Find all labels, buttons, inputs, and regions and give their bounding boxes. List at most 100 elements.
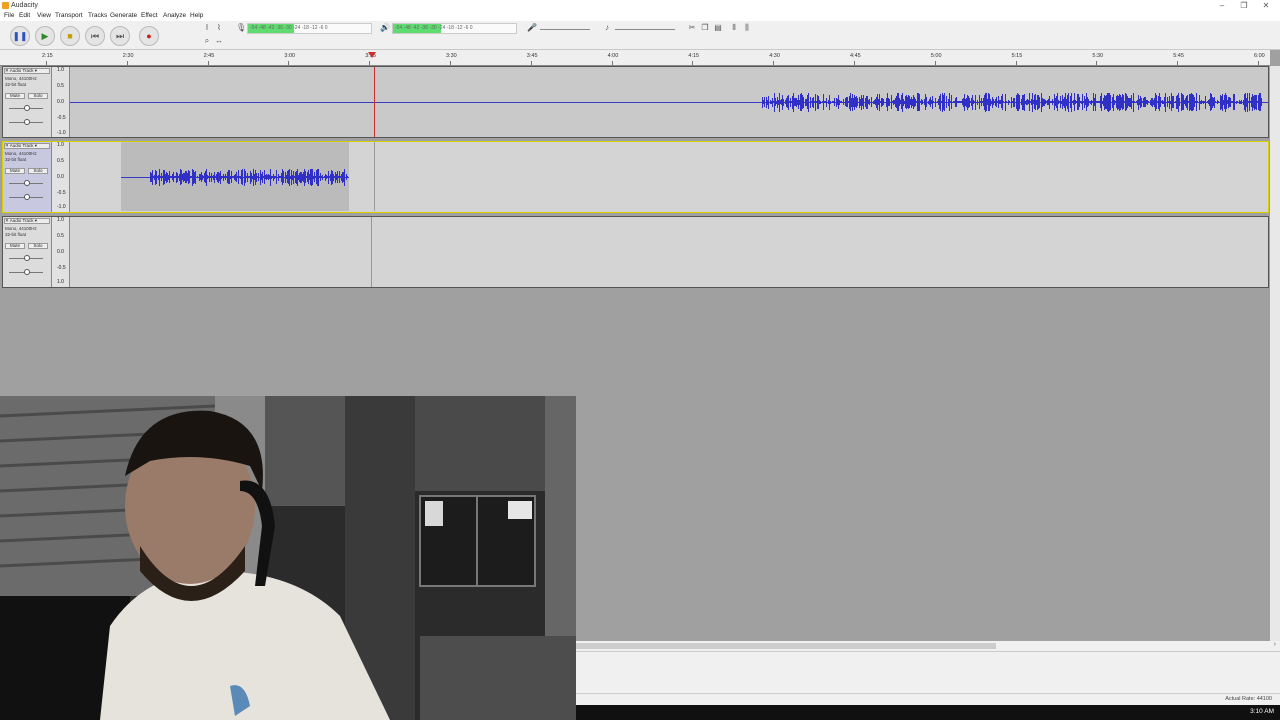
mute-button[interactable]: Mute bbox=[5, 93, 25, 99]
scale-label: -0.5 bbox=[57, 265, 66, 271]
audio-track-2[interactable]: ✕ Audio Track ▾ Mono, 44100Hz 32-bit flo… bbox=[2, 141, 1269, 213]
menu-tracks[interactable]: Tracks bbox=[88, 12, 107, 19]
pan-knob[interactable] bbox=[24, 269, 30, 275]
scale-label: -0.5 bbox=[57, 190, 66, 196]
recording-volume-slider[interactable] bbox=[540, 29, 590, 30]
track-bitdepth: 32-bit float bbox=[5, 232, 27, 237]
playback-cursor bbox=[371, 217, 372, 287]
ruler-tick-mark bbox=[369, 61, 371, 65]
mute-button[interactable]: Mute bbox=[5, 168, 25, 174]
scale-label: 1.0 bbox=[57, 142, 64, 148]
playback-cursor bbox=[374, 67, 375, 137]
taskbar-clock[interactable]: 3:10 AM bbox=[1250, 708, 1274, 715]
menu-file[interactable]: File bbox=[4, 12, 14, 19]
gain-knob[interactable] bbox=[24, 255, 30, 261]
scale-label: 0.0 bbox=[57, 174, 64, 180]
stop-button[interactable]: ■ bbox=[60, 26, 80, 46]
speaker-icon[interactable]: 🔊 bbox=[380, 24, 390, 32]
selection-toolbar bbox=[576, 651, 1280, 694]
playback-meter-scale: -54 -48 -42 -36 -30 -24 -18 -12 -6 0 bbox=[395, 25, 473, 31]
menu-edit[interactable]: Edit bbox=[19, 12, 30, 19]
mute-button[interactable]: Mute bbox=[5, 243, 25, 249]
playback-volume-slider[interactable] bbox=[615, 29, 675, 30]
actual-rate: Actual Rate: 44100 bbox=[1225, 696, 1272, 702]
menu-view[interactable]: View bbox=[37, 12, 51, 19]
audio-track-1[interactable]: ✕ Audio Track ▾ Mono, 44100Hz 32-bit flo… bbox=[2, 66, 1269, 138]
skip-end-icon: ⏭ bbox=[115, 31, 125, 41]
trim-icon[interactable]: ⫴ bbox=[730, 24, 738, 32]
scale-label: 0.5 bbox=[57, 158, 64, 164]
menu-generate[interactable]: Generate bbox=[110, 12, 137, 19]
track-name-menu[interactable]: ✕ Audio Track ▾ bbox=[4, 218, 50, 224]
mic-volume-icon: 🎤 bbox=[527, 23, 537, 32]
audio-track-3[interactable]: ✕ Audio Track ▾ Mono, 44100Hz 32-bit flo… bbox=[2, 216, 1269, 288]
scale-label: -0.5 bbox=[57, 115, 66, 121]
menu-help[interactable]: Help bbox=[190, 12, 203, 19]
menu-bar: File Edit View Transport Tracks Generate… bbox=[0, 11, 1280, 21]
track-control-panel: ✕ Audio Track ▾ Mono, 44100Hz 32-bit flo… bbox=[3, 67, 52, 137]
solo-button[interactable]: Solo bbox=[28, 168, 48, 174]
ruler-tick-label: 5:45 bbox=[1173, 53, 1184, 59]
record-meter[interactable]: -54 -48 -42 -36 -30 -24 -18 -12 -6 0 bbox=[247, 23, 372, 34]
pan-knob[interactable] bbox=[24, 119, 30, 125]
webcam-image bbox=[0, 396, 576, 720]
record-button[interactable]: ● bbox=[139, 26, 159, 46]
ruler-tick-mark bbox=[692, 61, 694, 65]
playback-cursor bbox=[374, 142, 375, 211]
cut-icon[interactable]: ✂ bbox=[688, 24, 696, 32]
zoom-tool-icon[interactable]: ⌕ bbox=[203, 37, 211, 45]
track-name-menu[interactable]: ✕ Audio Track ▾ bbox=[4, 68, 50, 74]
skip-start-icon: ⏮ bbox=[90, 31, 100, 41]
timeshift-tool-icon[interactable]: ↔ bbox=[215, 37, 223, 45]
ruler-tick-label: 2:45 bbox=[203, 53, 215, 59]
solo-button[interactable]: Solo bbox=[28, 93, 48, 99]
stop-icon: ■ bbox=[67, 31, 73, 41]
pan-knob[interactable] bbox=[24, 194, 30, 200]
playback-meter[interactable]: -54 -48 -42 -36 -30 -24 -18 -12 -6 0 bbox=[392, 23, 517, 34]
selection-tool-icon[interactable]: I bbox=[203, 24, 211, 32]
copy-icon[interactable]: ❐ bbox=[701, 24, 709, 32]
skip-to-start-button[interactable]: ⏮ bbox=[85, 26, 105, 46]
pause-button[interactable]: ❚❚ bbox=[10, 26, 30, 46]
ruler-tick-label: 4:30 bbox=[769, 53, 780, 59]
track-name-menu[interactable]: ✕ Audio Track ▾ bbox=[4, 143, 50, 149]
close-button[interactable]: ✕ bbox=[1256, 0, 1276, 11]
silence-icon[interactable]: ⫼ bbox=[743, 24, 751, 32]
scrollbar-thumb[interactable] bbox=[576, 643, 996, 649]
ruler-tick-mark bbox=[1015, 61, 1017, 65]
maximize-button[interactable]: ❐ bbox=[1234, 0, 1254, 11]
waveform-area[interactable] bbox=[70, 217, 1268, 287]
amplitude-scale: 1.0 0.5 0.0 -0.5 -1.0 bbox=[52, 142, 70, 212]
menu-effect[interactable]: Effect bbox=[141, 12, 158, 19]
envelope-tool-icon[interactable]: ⌇ bbox=[215, 24, 223, 32]
scroll-right-icon[interactable]: › bbox=[1274, 641, 1276, 648]
gain-knob[interactable] bbox=[24, 105, 30, 111]
ruler-tick-label: 5:00 bbox=[930, 53, 942, 59]
vertical-scrollbar[interactable] bbox=[1270, 66, 1280, 641]
toolbar: ❚❚ ▶ ■ ⏮ ⏭ ● I ⌇ ⌕ ↔ 🎙 -54 -48 -42 -36 -… bbox=[0, 21, 1280, 50]
ruler-tick-mark bbox=[1096, 61, 1098, 65]
minimize-button[interactable]: – bbox=[1212, 0, 1232, 11]
track-name: Audio Track bbox=[9, 218, 34, 223]
scale-label: 0.0 bbox=[57, 99, 64, 105]
gain-knob[interactable] bbox=[24, 180, 30, 186]
paste-icon[interactable]: ▤ bbox=[714, 24, 722, 32]
ruler-tick-mark bbox=[530, 61, 532, 65]
track-format: Mono, 44100Hz bbox=[5, 76, 37, 81]
ruler-tick-label: 2:30 bbox=[122, 53, 134, 59]
timeline-ruler[interactable]: 2:15 2:30 2:45 3:00 3:15 3:30 3:45 4:00 4:15 4:30… bbox=[0, 50, 1270, 66]
playhead-icon[interactable] bbox=[368, 52, 376, 58]
ruler-tick-label: 5:30 bbox=[1092, 53, 1104, 59]
ruler-tick-mark bbox=[288, 61, 290, 65]
horizontal-scrollbar[interactable]: › bbox=[576, 641, 1280, 651]
menu-transport[interactable]: Transport bbox=[55, 12, 83, 19]
solo-button[interactable]: Solo bbox=[28, 243, 48, 249]
play-button[interactable]: ▶ bbox=[35, 26, 55, 46]
microphone-icon[interactable]: 🎙 bbox=[236, 24, 246, 32]
skip-to-end-button[interactable]: ⏭ bbox=[110, 26, 130, 46]
menu-analyze[interactable]: Analyze bbox=[163, 12, 186, 19]
audacity-logo-icon bbox=[2, 2, 9, 9]
waveform-area[interactable] bbox=[70, 142, 1268, 212]
ruler-tick-mark bbox=[611, 61, 613, 65]
waveform-area[interactable] bbox=[70, 67, 1268, 137]
